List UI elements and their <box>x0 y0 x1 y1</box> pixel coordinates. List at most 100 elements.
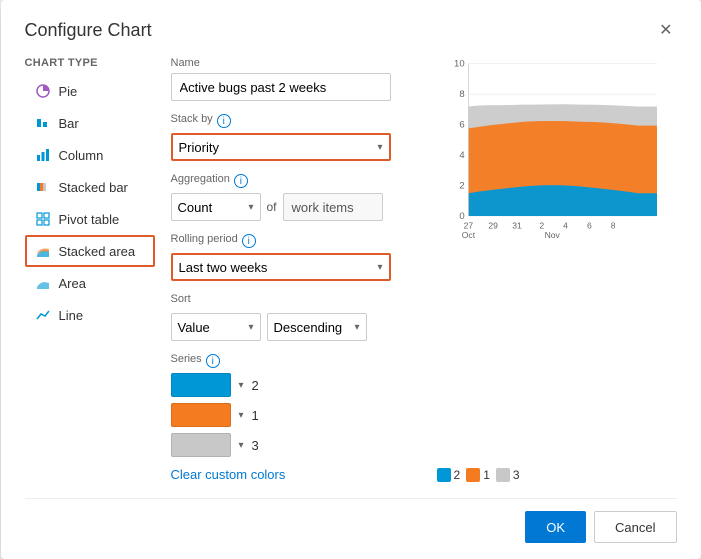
aggregation-select[interactable]: Count ▾ <box>171 193 261 221</box>
series-value-3: 3 <box>252 438 259 453</box>
aggregation-info-icon[interactable]: i <box>234 174 248 188</box>
aggregation-value: Count <box>178 200 213 215</box>
sort-value-select[interactable]: Value ▾ <box>171 313 261 341</box>
rolling-period-info-icon[interactable]: i <box>242 234 256 248</box>
svg-text:8: 8 <box>610 220 615 230</box>
series-item-3: ▾ 3 <box>171 433 421 457</box>
chart-type-label: Chart Type <box>25 57 155 69</box>
bar-icon <box>35 115 51 131</box>
sidebar-item-bar[interactable]: Bar <box>25 107 155 139</box>
series-info-icon[interactable]: i <box>206 354 220 368</box>
stack-by-label: Stack by <box>171 113 213 125</box>
column-icon <box>35 147 51 163</box>
ok-button[interactable]: OK <box>525 511 586 543</box>
chart-type-sidebar: Chart Type Pie Bar <box>25 57 155 482</box>
svg-text:2: 2 <box>539 220 544 230</box>
series-value-1: 2 <box>252 378 259 393</box>
sidebar-item-pie[interactable]: Pie <box>25 75 155 107</box>
svg-text:4: 4 <box>563 220 568 230</box>
stack-by-select[interactable]: Priority ▾ <box>171 133 391 161</box>
sidebar-item-pivot-table[interactable]: Pivot table <box>25 203 155 235</box>
series-chevron-1[interactable]: ▾ <box>239 380 244 391</box>
sidebar-item-column[interactable]: Column <box>25 139 155 171</box>
series-color-2[interactable] <box>171 403 231 427</box>
chart-area: 10 8 6 4 2 0 <box>437 57 677 482</box>
svg-text:2: 2 <box>459 180 464 191</box>
sidebar-item-area[interactable]: Area <box>25 267 155 299</box>
svg-text:6: 6 <box>459 119 464 130</box>
of-label: of <box>267 200 277 214</box>
stacked-area-icon <box>35 243 51 259</box>
aggregation-field-group: Aggregation i Count ▾ of work items <box>171 173 421 221</box>
legend-label-1: 2 <box>454 468 461 482</box>
work-items-box: work items <box>283 193 383 221</box>
dialog-header: Configure Chart ✕ <box>25 20 677 41</box>
chart-canvas: 10 8 6 4 2 0 <box>437 57 677 460</box>
stack-by-chevron: ▾ <box>377 142 382 153</box>
sidebar-item-stacked-area[interactable]: Stacked area <box>25 235 155 267</box>
sort-order-select[interactable]: Descending ▾ <box>267 313 367 341</box>
legend-item-2: 1 <box>466 468 490 482</box>
legend-item-3: 3 <box>496 468 520 482</box>
series-chevron-2[interactable]: ▾ <box>239 410 244 421</box>
svg-text:10: 10 <box>454 59 465 70</box>
config-area: Name Stack by i Priority ▾ Aggregation i <box>155 57 437 482</box>
chart-legend: 2 1 3 <box>437 468 677 482</box>
clear-colors-link[interactable]: Clear custom colors <box>171 467 286 482</box>
close-button[interactable]: ✕ <box>655 21 676 41</box>
dialog-title: Configure Chart <box>25 20 152 41</box>
rolling-period-label: Rolling period <box>171 233 238 245</box>
svg-text:6: 6 <box>586 220 591 230</box>
sidebar-label-pie: Pie <box>59 84 78 99</box>
svg-text:Nov: Nov <box>544 230 560 240</box>
sidebar-item-stacked-bar[interactable]: Stacked bar <box>25 171 155 203</box>
name-label: Name <box>171 57 421 69</box>
line-icon <box>35 307 51 323</box>
sidebar-label-pivot-table: Pivot table <box>59 212 120 227</box>
rolling-period-value: Last two weeks <box>179 260 268 275</box>
sidebar-label-area: Area <box>59 276 86 291</box>
legend-label-3: 3 <box>513 468 520 482</box>
sidebar-label-bar: Bar <box>59 116 79 131</box>
stack-by-value: Priority <box>179 140 219 155</box>
series-label: Series <box>171 353 202 365</box>
series-item-2: ▾ 1 <box>171 403 421 427</box>
pivot-icon <box>35 211 51 227</box>
legend-color-3 <box>496 468 510 482</box>
stacked-bar-icon <box>35 179 51 195</box>
series-section: Series i ▾ 2 ▾ 1 ▾ 3 Clear <box>171 353 421 482</box>
pie-icon <box>35 83 51 99</box>
series-color-1[interactable] <box>171 373 231 397</box>
rolling-period-select[interactable]: Last two weeks ▾ <box>171 253 391 281</box>
stack-by-field-group: Stack by i Priority ▾ <box>171 113 421 161</box>
sidebar-label-line: Line <box>59 308 84 323</box>
sort-value: Value <box>178 320 210 335</box>
aggregation-chevron: ▾ <box>248 202 253 213</box>
configure-chart-dialog: Configure Chart ✕ Chart Type Pie <box>1 0 701 559</box>
svg-text:Oct: Oct <box>461 230 475 240</box>
series-chevron-3[interactable]: ▾ <box>239 440 244 451</box>
sort-order-chevron: ▾ <box>354 322 359 333</box>
series-color-3[interactable] <box>171 433 231 457</box>
chart-svg: 10 8 6 4 2 0 <box>437 57 677 257</box>
series-item-1: ▾ 2 <box>171 373 421 397</box>
sort-order-value: Descending <box>274 320 343 335</box>
sort-label: Sort <box>171 293 191 305</box>
sidebar-label-column: Column <box>59 148 104 163</box>
dialog-footer: OK Cancel <box>25 498 677 543</box>
legend-label-2: 1 <box>483 468 490 482</box>
sidebar-label-stacked-bar: Stacked bar <box>59 180 128 195</box>
aggregation-label: Aggregation <box>171 173 230 185</box>
legend-color-1 <box>437 468 451 482</box>
svg-text:8: 8 <box>459 89 464 100</box>
stack-by-info-icon[interactable]: i <box>217 114 231 128</box>
sort-field-group: Sort Value ▾ Descending ▾ <box>171 293 421 341</box>
sort-chevron: ▾ <box>248 322 253 333</box>
sidebar-label-stacked-area: Stacked area <box>59 244 136 259</box>
cancel-button[interactable]: Cancel <box>594 511 676 543</box>
rolling-period-chevron: ▾ <box>377 262 382 273</box>
sidebar-item-line[interactable]: Line <box>25 299 155 331</box>
dialog-body: Chart Type Pie Bar <box>25 57 677 482</box>
name-input[interactable] <box>171 73 391 101</box>
svg-text:31: 31 <box>512 220 522 230</box>
